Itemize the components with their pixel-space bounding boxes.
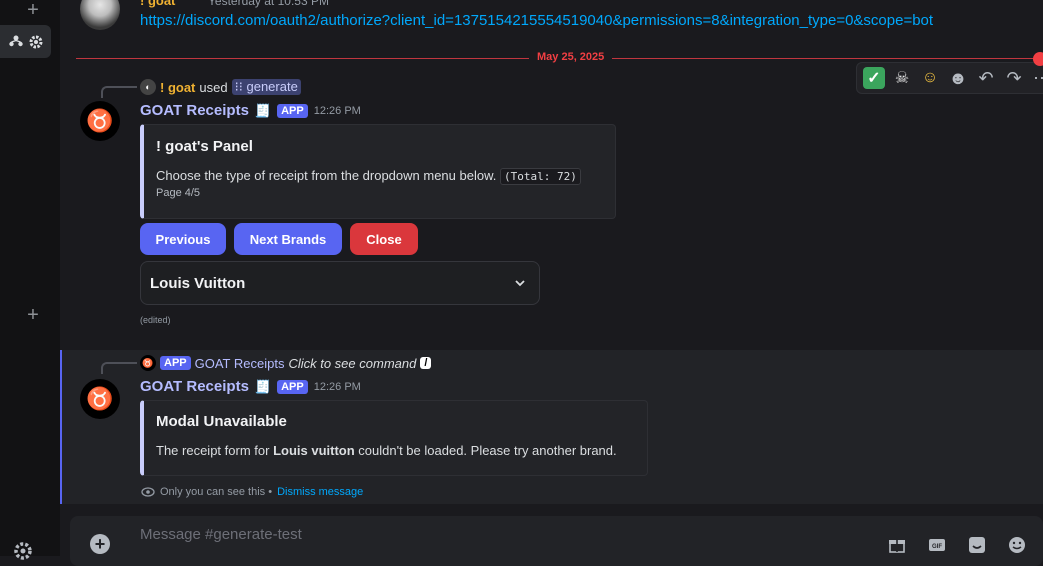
- gear-icon: [29, 35, 42, 48]
- embed-title: ! goat's Panel: [156, 138, 253, 155]
- reply-user[interactable]: ! goat: [160, 80, 195, 95]
- embed-description: The receipt form for Louis vuitton could…: [156, 443, 617, 458]
- message-actions-bar: ✓ ☠ ☺ ☻ ↶ ↷ ⋯: [856, 62, 1043, 94]
- message-author[interactable]: ! goat: [140, 0, 175, 8]
- eye-icon: [141, 487, 155, 497]
- gif-icon[interactable]: GIF: [927, 535, 947, 555]
- message-composer: + Message #generate-test GIF: [70, 516, 1043, 566]
- more-icon[interactable]: ⋯: [1031, 67, 1043, 89]
- avatar: ◐: [140, 79, 156, 95]
- reply-used-text: used: [199, 79, 228, 95]
- receipt-icon: 🧾: [254, 102, 272, 118]
- close-button[interactable]: Close: [350, 223, 418, 255]
- previous-button[interactable]: Previous: [140, 223, 226, 255]
- svg-text:GIF: GIF: [932, 544, 942, 550]
- forward-icon[interactable]: ↷: [1003, 67, 1025, 89]
- emoji-icon[interactable]: [1007, 535, 1027, 555]
- check-mark-icon[interactable]: ✓: [863, 67, 885, 89]
- edited-label: (edited): [140, 315, 171, 325]
- skull-icon[interactable]: ☠: [891, 67, 913, 89]
- modal-unavailable-embed: Modal Unavailable The receipt form for L…: [140, 400, 648, 476]
- slash-command-icon: /: [420, 357, 432, 369]
- reply-context[interactable]: ♉ APP GOAT Receipts Click to see command…: [140, 355, 432, 371]
- bot-mini-avatar: ♉: [140, 355, 156, 371]
- attach-plus-icon[interactable]: +: [90, 534, 110, 554]
- bot-avatar[interactable]: ♉: [80, 379, 120, 419]
- receipt-icon: 🧾: [254, 378, 272, 394]
- only-you-text: Only you can see this •: [160, 486, 273, 498]
- embed-title: Modal Unavailable: [156, 413, 287, 430]
- message-input[interactable]: Message #generate-test: [140, 526, 302, 543]
- ephemeral-notice: Only you can see this • Dismiss message: [141, 485, 363, 499]
- clown-icon[interactable]: ☺: [919, 67, 941, 89]
- app-badge: APP: [160, 356, 191, 370]
- brand-select[interactable]: Louis Vuitton: [140, 261, 540, 305]
- brand-name: Louis vuitton: [273, 443, 355, 458]
- server-tools-item[interactable]: [0, 25, 51, 58]
- command-icon: ⁝⁝: [234, 79, 243, 94]
- message-author[interactable]: GOAT Receipts: [140, 102, 249, 119]
- panel-embed: ! goat's Panel Choose the type of receip…: [140, 124, 616, 219]
- reply-connector: [101, 362, 137, 374]
- server-rail: + +: [0, 0, 60, 560]
- app-badge: APP: [277, 379, 308, 394]
- command-name: generate: [246, 79, 298, 94]
- settings-gear-icon[interactable]: [12, 540, 34, 562]
- message-timestamp: 12:26 PM: [313, 104, 361, 117]
- click-to-see-command[interactable]: Click to see command: [288, 356, 416, 371]
- add-icon[interactable]: +: [22, 305, 44, 327]
- page-indicator: Page 4/5: [156, 187, 201, 199]
- reply-connector: [101, 86, 137, 98]
- reply-context[interactable]: ◐ ! goat used ⁝⁝ generate: [140, 79, 301, 95]
- message-timestamp: 12:26 PM: [313, 380, 361, 393]
- add-icon[interactable]: +: [22, 0, 44, 22]
- message-header: GOAT Receipts 🧾 APP 12:26 PM: [140, 102, 361, 119]
- reply-author[interactable]: GOAT Receipts: [195, 356, 285, 371]
- sticker-icon[interactable]: [967, 535, 987, 555]
- gift-icon[interactable]: [887, 535, 907, 555]
- embed-text: couldn't be loaded. Please try another b…: [358, 443, 617, 458]
- select-value: Louis Vuitton: [150, 274, 246, 292]
- oauth-link[interactable]: https://discord.com/oauth2/authorize?cli…: [140, 12, 933, 29]
- bot-avatar[interactable]: ♉: [80, 101, 120, 141]
- next-brands-button[interactable]: Next Brands: [234, 223, 342, 255]
- message-header: GOAT Receipts 🧾 APP 12:26 PM: [140, 378, 361, 395]
- date-divider-label: May 25, 2025: [529, 51, 613, 63]
- members-icon: [8, 35, 23, 46]
- app-badge: APP: [277, 103, 308, 118]
- message-author[interactable]: GOAT Receipts: [140, 378, 249, 395]
- add-reaction-icon[interactable]: ☻: [947, 67, 969, 89]
- embed-description: Choose the type of receipt from the drop…: [156, 168, 581, 185]
- embed-text: The receipt form for: [156, 443, 270, 458]
- reply-icon[interactable]: ↶: [975, 67, 997, 89]
- embed-description-text: Choose the type of receipt from the drop…: [156, 168, 497, 183]
- dismiss-message-link[interactable]: Dismiss message: [277, 486, 363, 498]
- total-code: (Total: 72): [500, 168, 581, 185]
- command-pill[interactable]: ⁝⁝ generate: [231, 79, 301, 95]
- message-timestamp: Yesterday at 10:53 PM: [208, 0, 329, 8]
- notification-badge: [1033, 52, 1043, 66]
- chevron-down-icon: [515, 280, 525, 287]
